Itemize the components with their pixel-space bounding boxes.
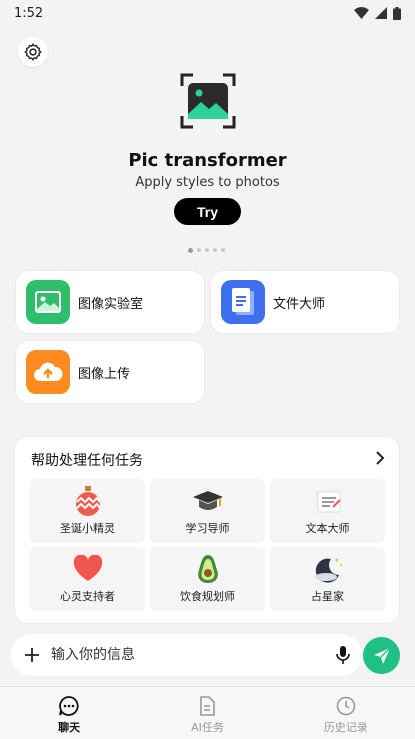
hero-subtitle: Apply styles to photos — [135, 175, 280, 190]
christmas-ornament-icon — [71, 485, 105, 517]
nav-item-chat[interactable]: 聊天 — [0, 687, 138, 739]
task-doc-icon — [200, 696, 216, 716]
chat-icon — [59, 696, 79, 716]
moon-stars-icon — [311, 553, 345, 585]
carousel-dot — [197, 248, 201, 252]
task-item-label: 心灵支持者 — [60, 590, 115, 603]
cellular-signal-icon — [375, 7, 387, 19]
text-note-icon — [311, 485, 345, 517]
bottom-nav: 聊天 AI任务 历史记录 — [0, 686, 415, 739]
hero-title: Pic transformer — [128, 150, 287, 171]
chevron-right-icon[interactable] — [375, 451, 385, 465]
carousel-dot — [188, 247, 193, 253]
task-panel: 帮助处理任何任务 圣诞小精灵 学习导师 文本大师 心灵支持者 饮食规划师 占星家 — [14, 436, 400, 624]
task-item-spiritual-supporter[interactable]: 心灵支持者 — [30, 547, 145, 611]
image-frame-icon — [179, 72, 237, 130]
graduation-cap-icon — [191, 485, 225, 517]
tool-label: 图像上传 — [78, 366, 131, 382]
task-item-label: 文本大师 — [305, 522, 350, 535]
send-icon — [373, 647, 390, 664]
wifi-icon — [354, 7, 369, 19]
nav-label: 聊天 — [58, 721, 81, 734]
try-button[interactable]: Try — [174, 198, 241, 225]
task-item-study-tutor[interactable]: 学习导师 — [150, 479, 265, 543]
nav-item-ai-tasks[interactable]: AI任务 — [138, 687, 276, 739]
tool-label: 图像实验室 — [78, 296, 144, 312]
carousel-dot — [213, 248, 217, 252]
tool-label: 文件大师 — [273, 296, 326, 312]
task-item-astrologer[interactable]: 占星家 — [270, 547, 385, 611]
heart-icon — [71, 553, 105, 585]
nav-label: 历史记录 — [323, 721, 368, 734]
task-item-label: 饮食规划师 — [180, 590, 235, 603]
tool-card-image-upload[interactable]: 图像上传 — [15, 340, 205, 404]
status-time: 1:52 — [14, 5, 44, 21]
plus-icon[interactable] — [25, 648, 39, 662]
task-item-label: 占星家 — [311, 590, 344, 603]
cloud-upload-icon — [26, 350, 70, 394]
nav-item-history[interactable]: 历史记录 — [277, 687, 415, 739]
message-input[interactable] — [51, 647, 321, 663]
task-item-label: 圣诞小精灵 — [60, 522, 115, 535]
task-item-text-master[interactable]: 文本大师 — [270, 479, 385, 543]
carousel-dot — [205, 248, 209, 252]
carousel-dot — [221, 248, 225, 252]
send-button[interactable] — [363, 637, 400, 674]
settings-button[interactable] — [18, 37, 48, 67]
avocado-icon — [191, 553, 225, 585]
tool-card-file-master[interactable]: 文件大师 — [210, 270, 400, 334]
nav-label: AI任务 — [191, 721, 224, 734]
task-item-christmas-elf[interactable]: 圣诞小精灵 — [30, 479, 145, 543]
status-icons — [354, 6, 401, 20]
task-item-label: 学习导师 — [185, 522, 230, 535]
clock-icon — [336, 696, 356, 716]
microphone-icon[interactable] — [336, 646, 350, 664]
document-icon — [221, 280, 265, 324]
status-bar: 1:52 — [0, 0, 415, 26]
task-panel-title: 帮助处理任何任务 — [31, 453, 143, 469]
image-lab-icon — [26, 280, 70, 324]
battery-icon — [393, 6, 401, 20]
tool-card-image-lab[interactable]: 图像实验室 — [15, 270, 205, 334]
gear-icon — [24, 43, 42, 61]
message-input-bar — [11, 634, 362, 676]
carousel-indicator — [188, 247, 225, 253]
task-item-diet-planner[interactable]: 饮食规划师 — [150, 547, 265, 611]
